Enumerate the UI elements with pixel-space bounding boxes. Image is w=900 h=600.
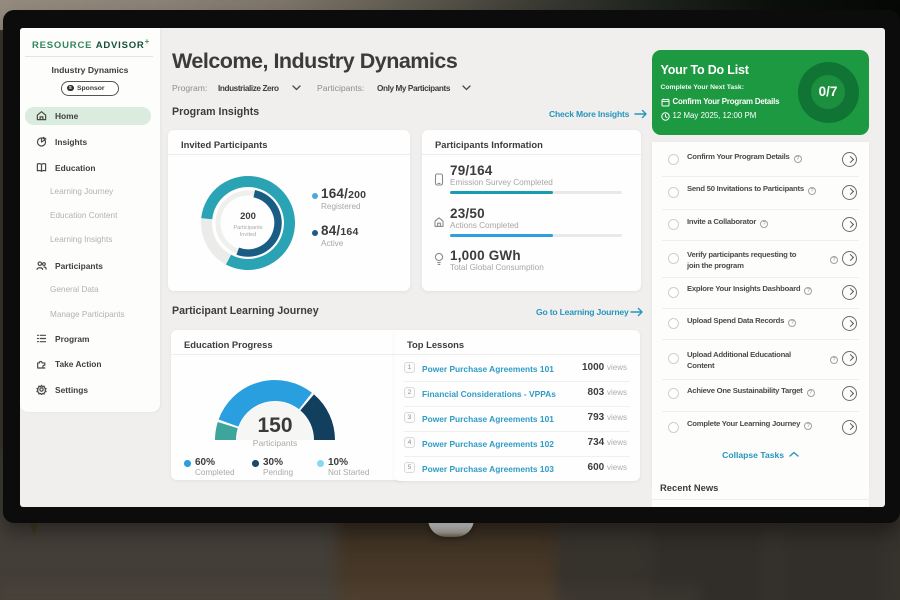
svg-text:Invited: Invited	[240, 232, 256, 238]
svg-text:150: 150	[257, 414, 292, 437]
svg-text:Participants: Participants	[253, 438, 297, 448]
svg-text:200: 200	[240, 211, 256, 222]
svg-text:Participants: Participants	[233, 225, 262, 231]
